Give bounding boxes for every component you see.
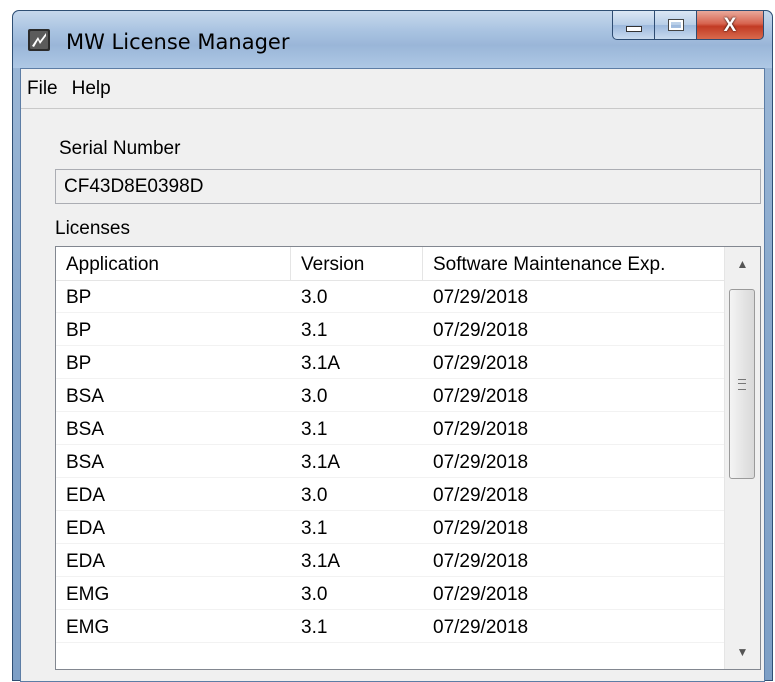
application-cell: EDA <box>66 485 106 506</box>
app-logo-icon <box>28 29 50 51</box>
version-cell: 3.1A <box>301 353 341 374</box>
version-cell: 3.1A <box>301 452 341 473</box>
scroll-up-button[interactable]: ▲ <box>725 247 760 281</box>
column-header-version[interactable]: Version <box>291 247 423 280</box>
table-row[interactable]: EMG 3.0 07/29/2018 <box>56 577 724 610</box>
caption-buttons: X <box>612 11 764 41</box>
application-cell: BSA <box>66 419 105 440</box>
vertical-scrollbar[interactable]: ▲ ▼ <box>724 247 760 669</box>
scroll-up-icon: ▲ <box>736 257 749 271</box>
application-cell: BSA <box>66 452 105 473</box>
table-row[interactable]: EMG 3.1 07/29/2018 <box>56 610 724 643</box>
close-button[interactable]: X <box>697 11 764 40</box>
licenses-label: Licenses <box>55 218 130 239</box>
application-cell: EDA <box>66 551 106 572</box>
column-header-application[interactable]: Application <box>56 247 291 280</box>
table-row[interactable]: BP 3.0 07/29/2018 <box>56 280 724 313</box>
maintenance-exp-cell: 07/29/2018 <box>433 386 529 407</box>
licenses-table[interactable]: Application Version Software Maintenance… <box>55 246 761 670</box>
version-cell: 3.1A <box>301 551 341 572</box>
table-row[interactable]: EDA 3.0 07/29/2018 <box>56 478 724 511</box>
column-header-maintenance-exp[interactable]: Software Maintenance Exp. <box>423 247 724 280</box>
maintenance-exp-cell: 07/29/2018 <box>433 287 529 308</box>
version-cell: 3.1 <box>301 320 328 341</box>
version-cell: 3.1 <box>301 518 328 539</box>
scroll-thumb[interactable] <box>729 289 755 479</box>
application-cell: EDA <box>66 518 106 539</box>
maintenance-exp-cell: 07/29/2018 <box>433 617 529 638</box>
application-cell: BP <box>66 320 92 341</box>
grip-icon <box>738 378 746 390</box>
table-header: Application Version Software Maintenance… <box>56 247 724 281</box>
maintenance-exp-cell: 07/29/2018 <box>433 419 529 440</box>
menu-help[interactable]: Help <box>65 78 118 100</box>
client-area: File Help Serial Number CF43D8E0398D Lic… <box>20 68 765 682</box>
license-manager-window: MW License Manager X File Help Serial Nu… <box>12 10 773 682</box>
close-icon: X <box>723 14 737 36</box>
application-cell: BP <box>66 287 92 308</box>
maximize-button[interactable] <box>655 11 697 40</box>
version-cell: 3.0 <box>301 485 328 506</box>
maximize-icon <box>667 19 684 31</box>
maintenance-exp-cell: 07/29/2018 <box>433 518 529 539</box>
application-cell: EMG <box>66 617 110 638</box>
scroll-down-icon: ▼ <box>736 645 749 659</box>
window-title: MW License Manager <box>66 30 290 54</box>
table-row[interactable]: BSA 3.0 07/29/2018 <box>56 379 724 412</box>
table-body: BP 3.0 07/29/2018 BP 3.1 07/29/2018 BP 3.1A 07/2… <box>56 280 724 643</box>
scroll-down-button[interactable]: ▼ <box>725 635 760 669</box>
menu-file[interactable]: File <box>21 78 65 100</box>
version-cell: 3.1 <box>301 617 328 638</box>
application-cell: BSA <box>66 386 105 407</box>
maintenance-exp-cell: 07/29/2018 <box>433 452 529 473</box>
table-row[interactable]: BP 3.1A 07/29/2018 <box>56 346 724 379</box>
table-row[interactable]: EDA 3.1 07/29/2018 <box>56 511 724 544</box>
maintenance-exp-cell: 07/29/2018 <box>433 353 529 374</box>
application-cell: BP <box>66 353 92 374</box>
version-cell: 3.0 <box>301 386 328 407</box>
table-row[interactable]: EDA 3.1A 07/29/2018 <box>56 544 724 577</box>
minimize-icon <box>625 26 642 32</box>
table-row[interactable]: BSA 3.1 07/29/2018 <box>56 412 724 445</box>
menu-bar: File Help <box>21 69 764 109</box>
minimize-button[interactable] <box>612 11 655 40</box>
maintenance-exp-cell: 07/29/2018 <box>433 485 529 506</box>
serial-number-field[interactable]: CF43D8E0398D <box>55 169 761 204</box>
application-cell: EMG <box>66 584 110 605</box>
table-row[interactable]: BSA 3.1A 07/29/2018 <box>56 445 724 478</box>
maintenance-exp-cell: 07/29/2018 <box>433 551 529 572</box>
version-cell: 3.0 <box>301 584 328 605</box>
title-bar[interactable]: MW License Manager X <box>13 11 772 68</box>
table-row[interactable]: BP 3.1 07/29/2018 <box>56 313 724 346</box>
version-cell: 3.0 <box>301 287 328 308</box>
serial-number-label: Serial Number <box>59 138 181 159</box>
maintenance-exp-cell: 07/29/2018 <box>433 320 529 341</box>
version-cell: 3.1 <box>301 419 328 440</box>
maintenance-exp-cell: 07/29/2018 <box>433 584 529 605</box>
